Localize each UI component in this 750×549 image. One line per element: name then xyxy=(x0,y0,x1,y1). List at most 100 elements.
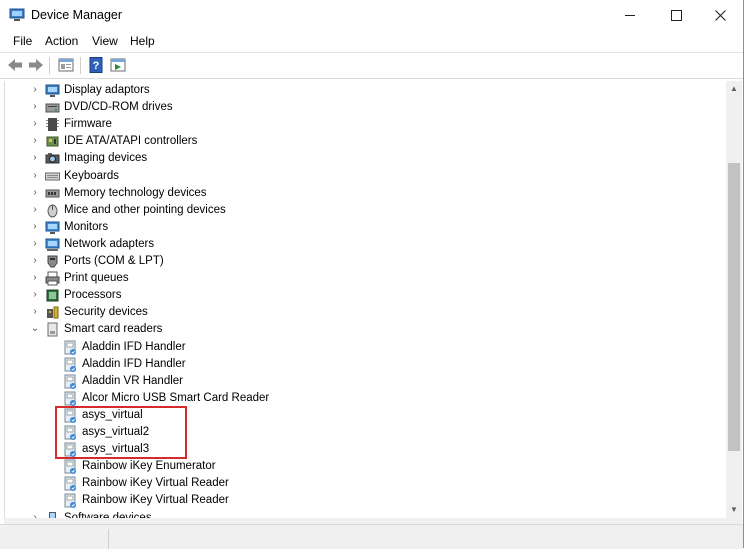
collapsed-chevron-icon[interactable]: › xyxy=(30,152,40,164)
tree-category-item[interactable]: › Processors xyxy=(5,287,705,304)
tree-category-item[interactable]: › IDE ATA/ATAPI controllers xyxy=(5,133,705,150)
tree-category-item[interactable]: › Mice and other pointing devices xyxy=(5,202,705,219)
properties-button[interactable] xyxy=(57,56,75,74)
tree-category-item[interactable]: › Software devices xyxy=(5,510,705,518)
collapsed-chevron-icon[interactable]: › xyxy=(30,306,40,318)
tree-child-item[interactable]: Aladdin IFD Handler xyxy=(5,356,705,373)
tree-category-item[interactable]: › Keyboards xyxy=(5,168,705,185)
forward-button[interactable] xyxy=(27,56,45,74)
tree-item-label: Rainbow iKey Virtual Reader xyxy=(82,477,229,490)
tree-category-item[interactable]: ⌄ Smart card readers xyxy=(5,321,705,338)
firmware-icon xyxy=(46,118,59,132)
device-icon xyxy=(64,493,76,509)
tree-item-label: Monitors xyxy=(64,220,109,233)
smartcard-reader-icon xyxy=(47,322,58,337)
collapsed-chevron-icon[interactable]: › xyxy=(30,187,40,199)
toolbar: ? xyxy=(0,52,743,79)
tree-item-label: Smart card readers xyxy=(64,323,163,336)
network-adapter-icon xyxy=(45,238,60,251)
collapsed-chevron-icon[interactable]: › xyxy=(30,135,40,147)
collapsed-chevron-icon[interactable]: › xyxy=(30,118,40,130)
help-icon: ? xyxy=(89,57,103,73)
tree-item-label: Network adapters xyxy=(64,237,155,250)
tree-item-label: Aladdin VR Handler xyxy=(82,374,184,387)
keyboard-icon xyxy=(45,172,60,180)
tree-child-item[interactable]: Aladdin VR Handler xyxy=(5,373,705,390)
scroll-up-arrow[interactable]: ▲ xyxy=(726,81,742,97)
collapsed-chevron-icon[interactable]: › xyxy=(30,238,40,250)
vertical-scrollbar[interactable]: ▲ ▼ xyxy=(726,81,742,518)
menu-action[interactable]: Action xyxy=(45,34,78,48)
toolbar-separator xyxy=(80,57,81,74)
scroll-down-arrow[interactable]: ▼ xyxy=(726,502,742,518)
port-icon xyxy=(47,255,58,268)
tree-item-label: Ports (COM & LPT) xyxy=(64,255,164,267)
close-button[interactable] xyxy=(697,0,743,31)
tree-category-item[interactable]: › Ports (COM & LPT) xyxy=(5,253,705,270)
maximize-icon xyxy=(670,10,682,21)
scroll-thumb[interactable] xyxy=(728,163,740,451)
collapsed-chevron-icon[interactable]: › xyxy=(30,272,40,284)
dvd-drive-icon xyxy=(45,103,60,113)
tree-child-item[interactable]: Rainbow iKey Virtual Reader xyxy=(5,492,705,509)
tree-category-item[interactable]: › DVD/CD-ROM drives xyxy=(5,99,705,116)
tree-child-item[interactable]: Rainbow iKey Virtual Reader xyxy=(5,475,705,492)
tree-category-item[interactable]: › Print queues xyxy=(5,270,705,287)
expanded-chevron-icon[interactable]: ⌄ xyxy=(30,323,40,335)
maximize-button[interactable] xyxy=(653,0,699,31)
device-icon xyxy=(64,357,76,372)
menu-view[interactable]: View xyxy=(92,34,118,48)
collapsed-chevron-icon[interactable]: › xyxy=(30,170,40,182)
tree-item-label: DVD/CD-ROM drives xyxy=(64,101,173,114)
device-manager-window: Device Manager File Action View Help ? ›… xyxy=(0,0,744,549)
device-icon xyxy=(64,476,76,492)
printer-icon xyxy=(45,271,60,286)
status-bar xyxy=(0,524,743,549)
tree-category-item[interactable]: › Firmware xyxy=(5,116,705,133)
security-device-icon xyxy=(47,306,59,319)
tree-category-item[interactable]: › Imaging devices xyxy=(5,150,705,167)
close-icon xyxy=(714,10,726,21)
tree-item-label: Processors xyxy=(64,289,122,302)
title-bar[interactable]: Device Manager xyxy=(0,0,743,31)
memory-icon xyxy=(45,189,60,198)
collapsed-chevron-icon[interactable]: › xyxy=(30,255,40,267)
tree-item-label: Display adaptors xyxy=(64,84,150,96)
device-icon xyxy=(64,340,76,355)
tree-category-item[interactable]: › Security devices xyxy=(5,304,705,321)
tree-child-item[interactable]: Rainbow iKey Enumerator xyxy=(5,458,705,475)
help-button[interactable]: ? xyxy=(87,56,105,74)
tree-category-item[interactable]: › Display adaptors xyxy=(5,82,705,99)
tree-child-item[interactable]: Alcor Micro USB Smart Card Reader xyxy=(5,390,705,407)
software-device-icon xyxy=(49,511,56,518)
mouse-icon xyxy=(47,204,58,218)
minimize-icon xyxy=(625,15,635,16)
tree-item-label: Print queues xyxy=(64,272,129,285)
tree-child-item[interactable]: Aladdin IFD Handler xyxy=(5,339,705,356)
menu-file[interactable]: File xyxy=(13,34,32,48)
tree-item-label: Rainbow iKey Virtual Reader xyxy=(82,494,229,507)
tree-item-label: Keyboards xyxy=(64,169,119,182)
tree-item-label: Aladdin IFD Handler xyxy=(82,357,186,370)
minimize-button[interactable] xyxy=(607,0,653,31)
back-icon xyxy=(8,59,22,71)
tree-item-label: Alcor Micro USB Smart Card Reader xyxy=(82,391,270,404)
monitor-icon xyxy=(45,221,60,234)
back-button[interactable] xyxy=(6,56,24,74)
tree-item-label: Memory technology devices xyxy=(64,186,207,199)
device-manager-app-icon xyxy=(9,8,25,21)
collapsed-chevron-icon[interactable]: › xyxy=(30,84,40,96)
collapsed-chevron-icon[interactable]: › xyxy=(30,101,40,113)
tree-category-item[interactable]: › Network adapters xyxy=(5,236,705,253)
tree-item-label: Security devices xyxy=(64,306,148,319)
update-driver-button[interactable] xyxy=(109,56,127,74)
collapsed-chevron-icon[interactable]: › xyxy=(30,204,40,216)
tree-category-item[interactable]: › Memory technology devices xyxy=(5,185,705,202)
collapsed-chevron-icon[interactable]: › xyxy=(30,221,40,233)
tree-item-label: IDE ATA/ATAPI controllers xyxy=(64,135,198,148)
collapsed-chevron-icon[interactable]: › xyxy=(30,289,40,301)
tree-category-item[interactable]: › Monitors xyxy=(5,219,705,236)
window-title: Device Manager xyxy=(31,8,123,22)
svg-text:?: ? xyxy=(93,60,100,72)
menu-help[interactable]: Help xyxy=(130,34,155,48)
